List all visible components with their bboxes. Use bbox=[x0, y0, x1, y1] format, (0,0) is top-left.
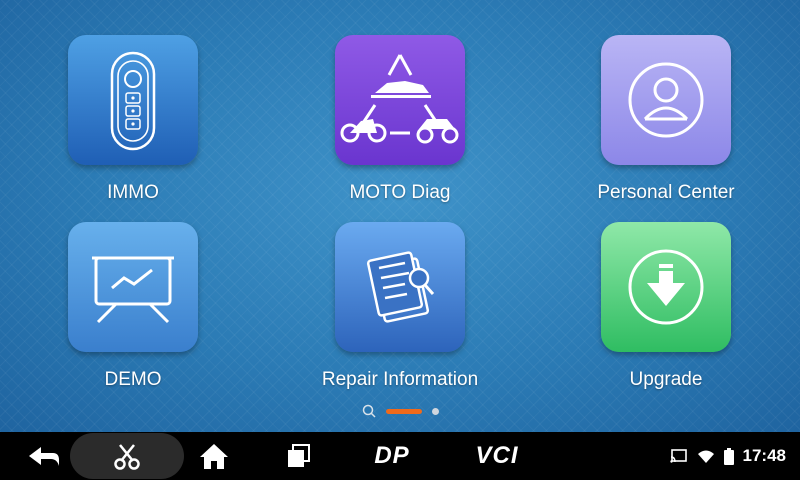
motorcycle-snowmobile-atv-icon bbox=[340, 54, 459, 144]
app-personal-center[interactable]: Personal Center bbox=[566, 35, 766, 215]
screenshot-button[interactable] bbox=[70, 433, 184, 479]
app-label: Upgrade bbox=[629, 369, 703, 390]
vci-button[interactable]: VCI bbox=[464, 432, 530, 480]
app-upgrade[interactable]: Upgrade bbox=[566, 222, 766, 402]
wifi-icon bbox=[697, 450, 714, 463]
navigation-bar: DP VCI 17:48 bbox=[0, 432, 800, 480]
demo-tile[interactable] bbox=[68, 222, 198, 352]
home-button[interactable] bbox=[192, 432, 236, 480]
app-label: DEMO bbox=[104, 369, 162, 390]
app-label: Repair Information bbox=[321, 369, 479, 390]
presentation-chart-icon bbox=[92, 256, 174, 324]
download-arrow-icon bbox=[628, 249, 704, 325]
immo-tile[interactable] bbox=[68, 35, 198, 165]
app-immo[interactable]: IMMO bbox=[33, 35, 233, 215]
dp-button[interactable]: DP bbox=[362, 432, 422, 480]
repair-information-tile[interactable] bbox=[335, 222, 465, 352]
search-icon[interactable] bbox=[362, 404, 376, 418]
app-demo[interactable]: DEMO bbox=[33, 222, 233, 402]
key-fob-icon bbox=[110, 51, 156, 151]
recent-apps-button[interactable] bbox=[278, 432, 318, 480]
vci-label: VCI bbox=[475, 442, 519, 469]
user-profile-icon bbox=[628, 62, 704, 138]
app-label: MOTO Diag bbox=[349, 182, 451, 203]
app-moto-diag[interactable]: MOTO Diag bbox=[300, 35, 500, 215]
upgrade-tile[interactable] bbox=[601, 222, 731, 352]
page-indicator bbox=[0, 404, 800, 418]
scissors-icon bbox=[114, 444, 140, 470]
page-indicator-dot[interactable] bbox=[431, 407, 439, 415]
dp-label: DP bbox=[374, 442, 410, 469]
recent-apps-icon bbox=[288, 444, 310, 467]
app-label: Personal Center bbox=[597, 182, 735, 203]
home-screen: IMMO MOTO Diag Personal Center DEMO Repa… bbox=[0, 0, 800, 432]
cast-icon bbox=[669, 449, 687, 463]
app-repair-information[interactable]: Repair Information bbox=[300, 222, 500, 402]
app-label: IMMO bbox=[107, 182, 159, 203]
home-icon bbox=[200, 444, 228, 469]
moto-diag-tile[interactable] bbox=[335, 35, 465, 165]
battery-icon bbox=[723, 447, 734, 465]
page-indicator-active[interactable] bbox=[385, 408, 422, 414]
back-button[interactable] bbox=[22, 432, 66, 480]
personal-center-tile[interactable] bbox=[601, 35, 731, 165]
documents-search-icon bbox=[366, 251, 435, 323]
back-arrow-icon bbox=[29, 447, 59, 466]
clock: 17:48 bbox=[742, 446, 786, 465]
status-bar: 17:48 bbox=[669, 432, 786, 480]
